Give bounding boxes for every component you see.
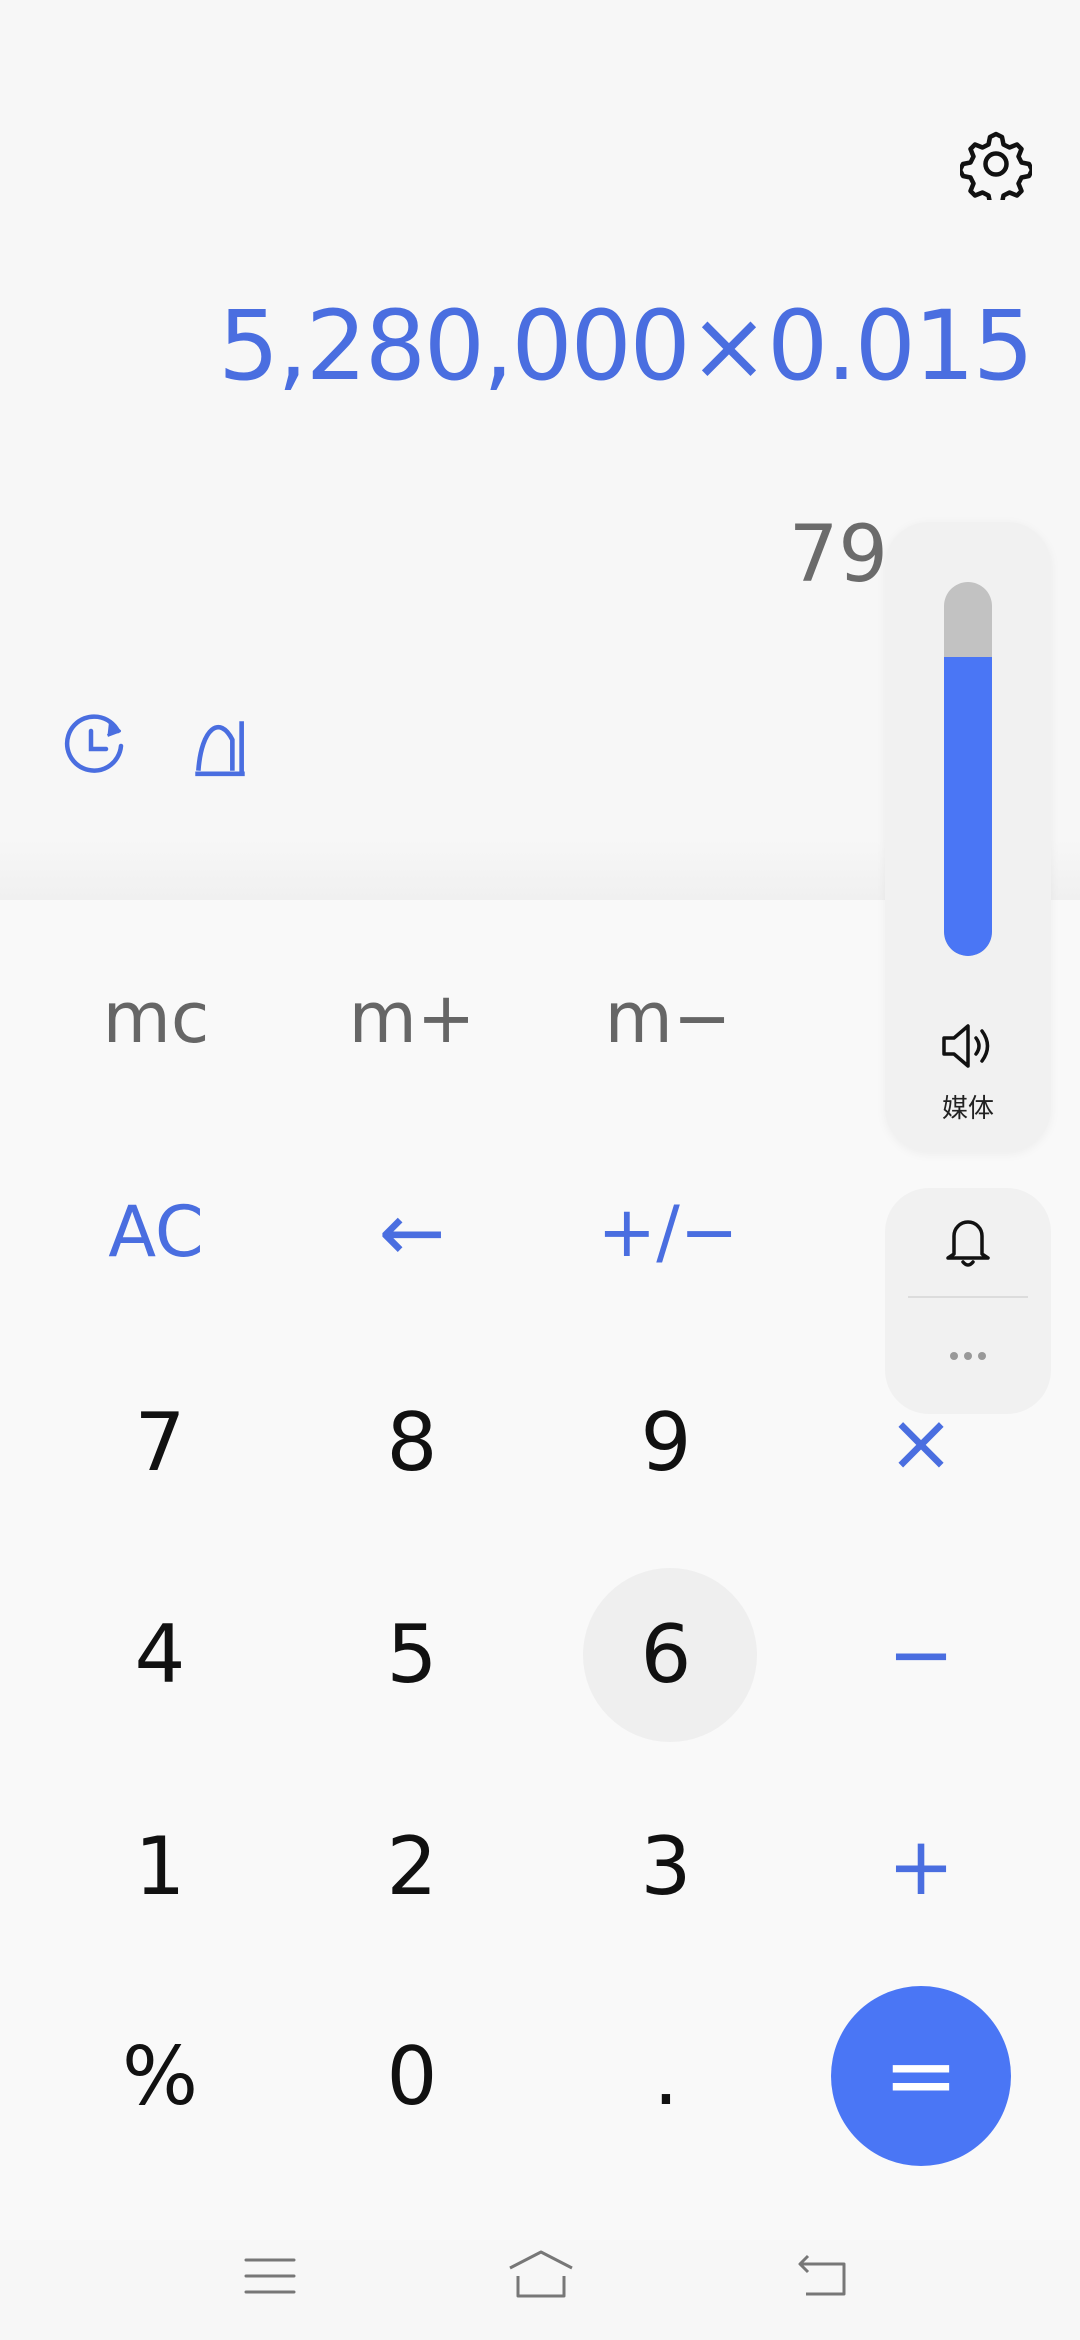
ringer-divider bbox=[908, 1296, 1028, 1298]
home-icon[interactable] bbox=[506, 2248, 576, 2300]
volume-mode-label: 媒体 bbox=[941, 1094, 994, 1124]
equals-label: = bbox=[883, 2023, 959, 2128]
digit-3-button[interactable]: 3 bbox=[556, 1781, 776, 1951]
memory-clear-button[interactable]: mc bbox=[46, 933, 266, 1103]
sign-toggle-button[interactable]: +/− bbox=[558, 1147, 778, 1317]
digit-8-button[interactable]: 8 bbox=[302, 1357, 522, 1527]
speaker-icon[interactable] bbox=[938, 1018, 998, 1074]
digit-4-button[interactable]: 4 bbox=[50, 1569, 270, 1739]
digit-1-button[interactable]: 1 bbox=[50, 1781, 270, 1951]
minus-button[interactable]: − bbox=[811, 1569, 1031, 1739]
history-icon[interactable] bbox=[58, 710, 130, 782]
volume-slider[interactable] bbox=[944, 582, 992, 956]
digit-9-button[interactable]: 9 bbox=[556, 1357, 776, 1527]
back-icon[interactable] bbox=[796, 2252, 850, 2298]
decimal-button[interactable]: . bbox=[556, 1991, 776, 2161]
memory-add-button[interactable]: m+ bbox=[302, 933, 522, 1103]
digit-0-button[interactable]: 0 bbox=[302, 1991, 522, 2161]
digit-5-button[interactable]: 5 bbox=[302, 1569, 522, 1739]
menu-icon[interactable] bbox=[244, 2256, 296, 2296]
more-icon[interactable] bbox=[944, 1344, 992, 1368]
plus-button[interactable]: + bbox=[811, 1781, 1031, 1951]
digit-6-button[interactable]: 6 bbox=[556, 1569, 776, 1739]
equals-button[interactable]: = bbox=[831, 1986, 1011, 2166]
digit-2-button[interactable]: 2 bbox=[302, 1781, 522, 1951]
clear-button[interactable]: AC bbox=[46, 1147, 266, 1317]
bell-icon[interactable] bbox=[944, 1212, 992, 1270]
expression-display: 5,280,000×0.015 bbox=[218, 290, 1034, 402]
volume-slider-fill bbox=[944, 656, 992, 956]
digit-7-button[interactable]: 7 bbox=[50, 1357, 270, 1527]
memory-subtract-button[interactable]: m− bbox=[558, 933, 778, 1103]
percent-button[interactable]: % bbox=[50, 1991, 270, 2161]
gear-icon[interactable] bbox=[960, 128, 1032, 200]
result-display: 79 bbox=[788, 510, 888, 600]
unit-conversion-icon[interactable] bbox=[188, 712, 252, 780]
backspace-button[interactable]: ← bbox=[302, 1147, 522, 1317]
